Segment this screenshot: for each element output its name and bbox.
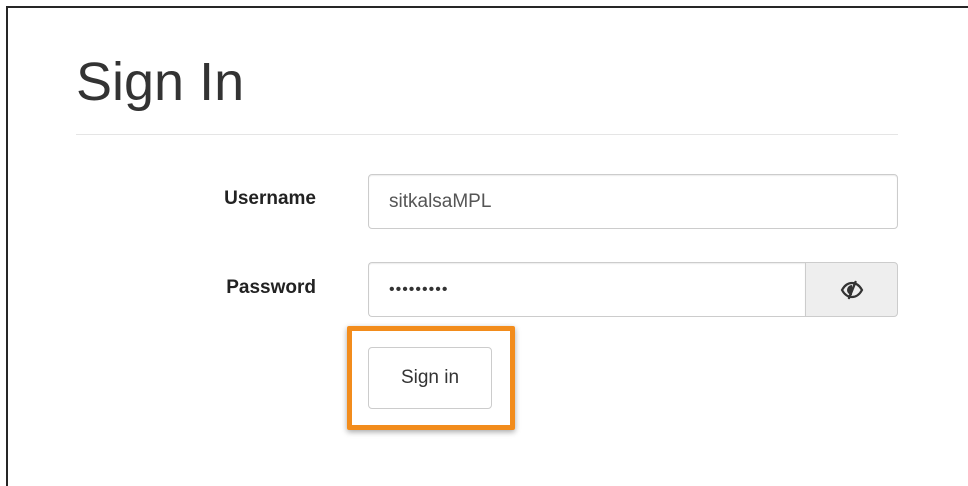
toggle-password-visibility-button[interactable] <box>805 262 898 317</box>
eye-slash-icon <box>840 280 863 299</box>
sign-in-button[interactable]: Sign in <box>368 347 492 409</box>
page-title: Sign In <box>76 52 245 112</box>
password-input[interactable] <box>368 262 805 317</box>
username-input[interactable] <box>368 174 898 229</box>
username-label: Username <box>224 188 316 209</box>
title-divider <box>76 134 898 135</box>
password-input-group <box>368 262 898 317</box>
password-label: Password <box>226 277 316 298</box>
